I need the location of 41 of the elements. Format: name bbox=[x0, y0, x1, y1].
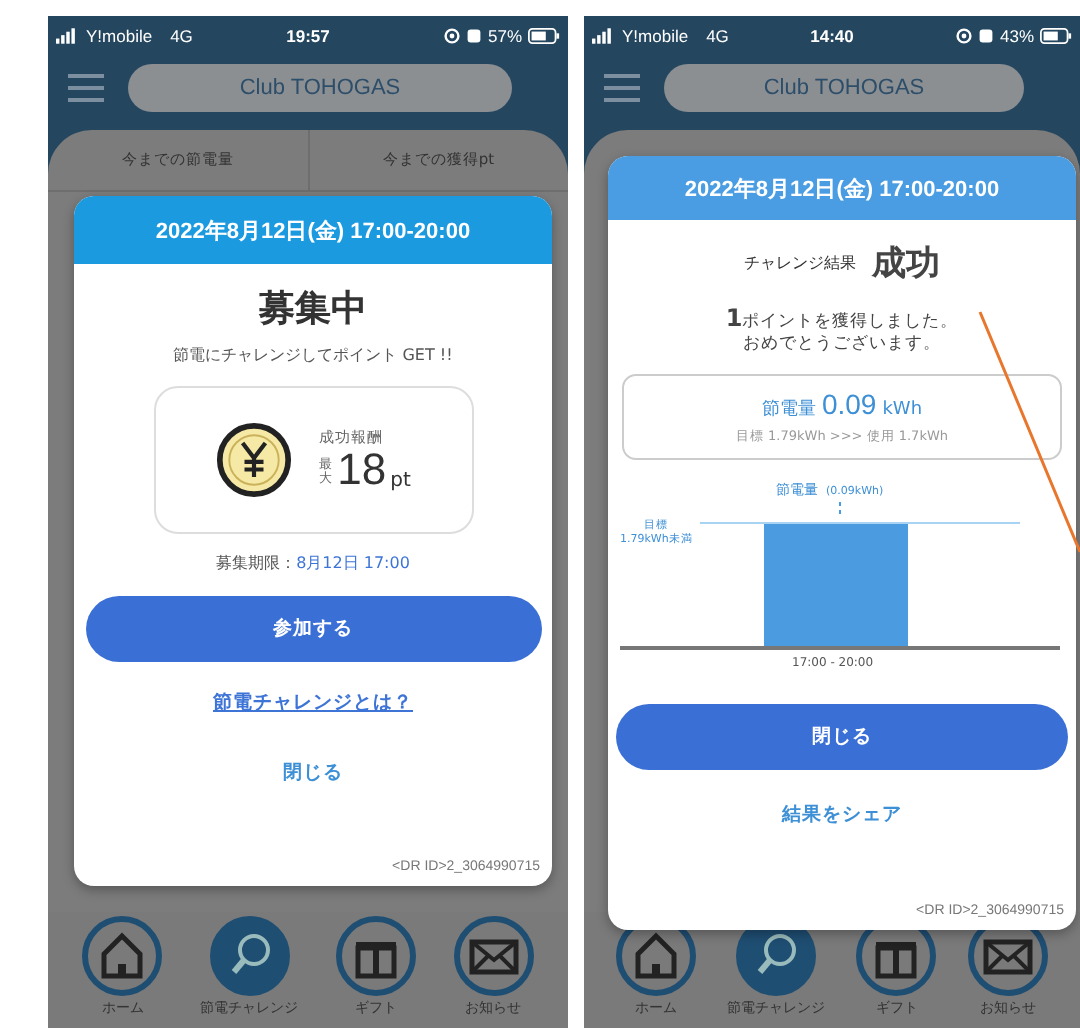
location-icon bbox=[955, 27, 972, 43]
yen-coin-icon bbox=[215, 422, 292, 498]
saving-label: 節電量 bbox=[761, 397, 816, 422]
dialog-subtitle: 節電にチャレンジしてポイント GET !! bbox=[173, 344, 453, 366]
deadline-value: 8月12日 17:00 bbox=[296, 552, 410, 574]
saving-value: 0.09 bbox=[821, 387, 877, 420]
message-text: おめでとうございます。 bbox=[742, 334, 941, 358]
signal-icon bbox=[56, 27, 80, 43]
close-button[interactable]: 閉じる bbox=[271, 756, 355, 790]
carrier-text: Y!mobile bbox=[622, 25, 689, 45]
menu-icon[interactable] bbox=[68, 74, 104, 102]
network-text: 4G bbox=[706, 25, 729, 45]
app-title: Club TOHOGAS bbox=[128, 64, 512, 112]
deadline-label: 募集期限： bbox=[216, 552, 297, 574]
join-button[interactable]: 参加する bbox=[85, 596, 541, 662]
result-label: チャレンジ結果 bbox=[744, 252, 856, 274]
about-link[interactable]: 節電チャレンジとは？ bbox=[213, 690, 413, 716]
dialog-header: 2022年8月12日(金) 17:00-20:00 bbox=[608, 156, 1076, 220]
app-title: Club TOHOGAS bbox=[664, 64, 1024, 112]
network-text: 4G bbox=[170, 25, 193, 45]
carrier-text: Y!mobile bbox=[86, 25, 153, 45]
result-text: 成功 bbox=[872, 242, 940, 286]
close-button[interactable]: 閉じる bbox=[616, 703, 1068, 770]
battery-text: 43% bbox=[999, 25, 1034, 45]
dialog-title: 募集中 bbox=[259, 286, 367, 332]
share-button[interactable]: 結果をシェア bbox=[770, 797, 914, 832]
saving-unit: kWh bbox=[882, 399, 923, 420]
message-text: 1ポイントを獲得しました。 bbox=[725, 302, 959, 335]
bar bbox=[764, 523, 908, 646]
menu-icon[interactable] bbox=[604, 74, 640, 102]
battery-icon bbox=[1040, 27, 1072, 43]
dialog-header: 2022年8月12日(金) 17:00-20:00 bbox=[74, 196, 552, 264]
battery-icon bbox=[528, 27, 560, 43]
reward-unit: pt bbox=[390, 470, 411, 492]
value-tick bbox=[839, 500, 841, 519]
battery-text: 57% bbox=[487, 25, 522, 45]
reward-value: 18 bbox=[337, 448, 387, 492]
time-text: 14:40 bbox=[810, 25, 854, 45]
location-icon bbox=[443, 27, 460, 43]
signal-icon bbox=[592, 27, 616, 43]
time-text: 19:57 bbox=[286, 25, 330, 45]
